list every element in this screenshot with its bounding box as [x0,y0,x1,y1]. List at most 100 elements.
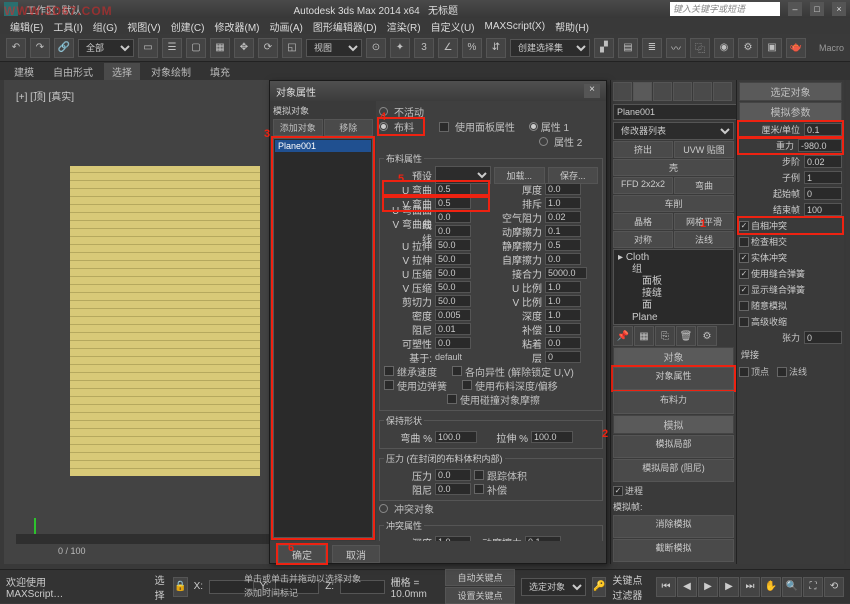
ffd-button[interactable]: FFD 2x2x2 [613,177,673,194]
startframe-spinner[interactable]: 0 [804,187,842,200]
subsample-spinner[interactable]: 1 [804,171,842,184]
menu-create[interactable]: 创建(C) [167,19,209,34]
vstretch-spinner[interactable]: 50.0 [435,253,471,265]
zoom-icon[interactable]: 🔍 [782,577,802,597]
refcoord-dropdown[interactable]: 视图 [306,39,362,57]
sim-local-button[interactable]: 模拟局部 [613,435,734,458]
object-name-field[interactable] [613,104,738,120]
select-name-icon[interactable]: ☰ [162,38,182,58]
comp-checkbox[interactable] [474,484,484,494]
addtime-text[interactable]: 添加时间标记 [244,586,298,599]
hierarchy-tab-icon[interactable] [653,82,672,101]
cloth-forces-button[interactable]: 布料力 [613,391,734,414]
schematic-icon[interactable]: ⿻ [690,38,710,58]
menu-group[interactable]: 组(G) [89,19,121,34]
list-item[interactable]: Plane001 [275,140,371,152]
search-input[interactable]: 键入关键字或短语 [670,2,780,16]
autokey-button[interactable]: 自动关键点 [445,569,515,586]
ubcurve-spinner[interactable]: 0.0 [435,211,471,223]
scale-icon[interactable]: ◱ [282,38,302,58]
motion-tab-icon[interactable] [673,82,692,101]
tab-populate[interactable]: 填充 [202,63,238,80]
usebend-checkbox[interactable] [384,380,394,390]
create-tab-icon[interactable] [613,82,632,101]
usesew-checkbox[interactable]: ✓ [739,269,749,279]
goto-end-icon[interactable]: ⏭ [740,577,760,597]
next-frame-icon[interactable]: ▶ [719,577,739,597]
cancel-button[interactable]: 取消 [332,545,380,563]
modifier-stack[interactable]: ▸ Cloth 组 面板 接缝 面 Plane [613,249,734,325]
menu-grapheditor[interactable]: 图形编辑器(D) [309,19,381,34]
seamf-spinner[interactable]: 5000.0 [545,267,587,279]
cloth-radio[interactable] [379,122,388,131]
zoom-extents-icon[interactable]: ⛶ [803,577,823,597]
step-spinner[interactable]: 0.02 [804,155,842,168]
spline-button[interactable]: 法线 [674,231,734,248]
lathe-button[interactable]: 车削 [613,195,734,212]
uvw-button[interactable]: UVW 贴图 [674,141,734,158]
rotate-icon[interactable]: ⟳ [258,38,278,58]
keymode-dropdown[interactable]: 选定对象 [521,578,586,596]
select-icon[interactable]: ▭ [138,38,158,58]
keyfilters-button[interactable]: 关键点过滤器 [612,572,650,602]
inactive-radio[interactable] [379,107,388,116]
stretchpct-spinner[interactable]: 100.0 [531,431,573,443]
endframe-spinner[interactable]: 100 [804,203,842,216]
lattice-button[interactable]: 晶格 [613,213,673,230]
cdepth-spinner[interactable]: 1.0 [435,536,471,541]
vscale-spinner[interactable]: 1.0 [545,295,581,307]
selobj-rollout[interactable]: 选定对象 [739,82,842,101]
rect-select-icon[interactable]: ▢ [186,38,206,58]
pressdamp-spinner[interactable]: 0.0 [435,483,471,495]
orbit-icon[interactable]: ⟲ [824,577,844,597]
render-icon[interactable]: 🫖 [786,38,806,58]
window-crossing-icon[interactable]: ▦ [210,38,230,58]
dynfr2-spinner[interactable]: 0.1 [525,536,561,541]
menubar[interactable]: 编辑(E) 工具(I) 组(G) 视图(V) 创建(C) 修改器(M) 动画(A… [0,18,850,34]
menu-edit[interactable]: 编辑(E) [6,19,47,34]
save-button[interactable]: 保存... [548,167,599,184]
ustretch-spinner[interactable]: 50.0 [435,239,471,251]
lock-icon[interactable]: 🔒 [173,577,187,597]
pressure-spinner[interactable]: 0.0 [435,469,471,481]
close-button[interactable]: × [832,2,846,16]
uscale-spinner[interactable]: 1.0 [545,281,581,293]
useclothfric-checkbox[interactable] [462,380,472,390]
weldvert-checkbox[interactable] [739,367,749,377]
depth-spinner[interactable]: 1.0 [545,309,581,321]
layers-icon[interactable]: ≣ [642,38,662,58]
delete-sim-button[interactable]: 消除模拟 [613,515,734,538]
menu-maxscript[interactable]: MAXScript(X) [481,21,550,32]
selfcol-checkbox[interactable]: ✓ [739,221,749,231]
progress-checkbox[interactable]: ✓ [613,486,623,496]
named-selection[interactable]: 创建选择集 [510,39,590,57]
checkinter-checkbox[interactable] [739,237,749,247]
layer-spinner[interactable]: 0 [545,351,581,363]
object-list[interactable]: Plane001 [273,138,373,538]
link-icon[interactable]: 🔗 [54,38,74,58]
truncate-sim-button[interactable]: 截断模拟 [613,539,734,562]
meshsmooth-button[interactable]: 网格平滑 [674,213,734,230]
menu-render[interactable]: 渲染(R) [383,19,425,34]
solidcol-checkbox[interactable]: ✓ [739,253,749,263]
snap-icon[interactable]: 3 [414,38,434,58]
density-spinner[interactable]: 0.005 [435,309,471,321]
menu-view[interactable]: 视图(V) [123,19,164,34]
show-endresult-icon[interactable]: ▦ [634,326,654,346]
menu-animation[interactable]: 动画(A) [265,19,306,34]
prop2-radio[interactable] [539,137,548,146]
colobj-radio[interactable] [379,504,388,513]
airres-spinner[interactable]: 0.02 [545,211,581,223]
minimize-button[interactable]: – [788,2,802,16]
thick-spinner[interactable]: 0.0 [545,183,581,195]
pin-stack-icon[interactable]: 📌 [613,326,633,346]
addobj-button[interactable]: 添加对象 [273,119,323,136]
menu-help[interactable]: 帮助(H) [551,19,593,34]
trackvol-checkbox[interactable] [474,470,484,480]
usecol-checkbox[interactable] [447,394,457,404]
menu-modifier[interactable]: 修改器(M) [210,19,263,34]
remove-mod-icon[interactable]: 🗑 [676,326,696,346]
setkey-button[interactable]: 设置关键点 [445,587,515,604]
simparam-rollout[interactable]: 模拟参数 [739,102,842,121]
manip-icon[interactable]: ✦ [390,38,410,58]
